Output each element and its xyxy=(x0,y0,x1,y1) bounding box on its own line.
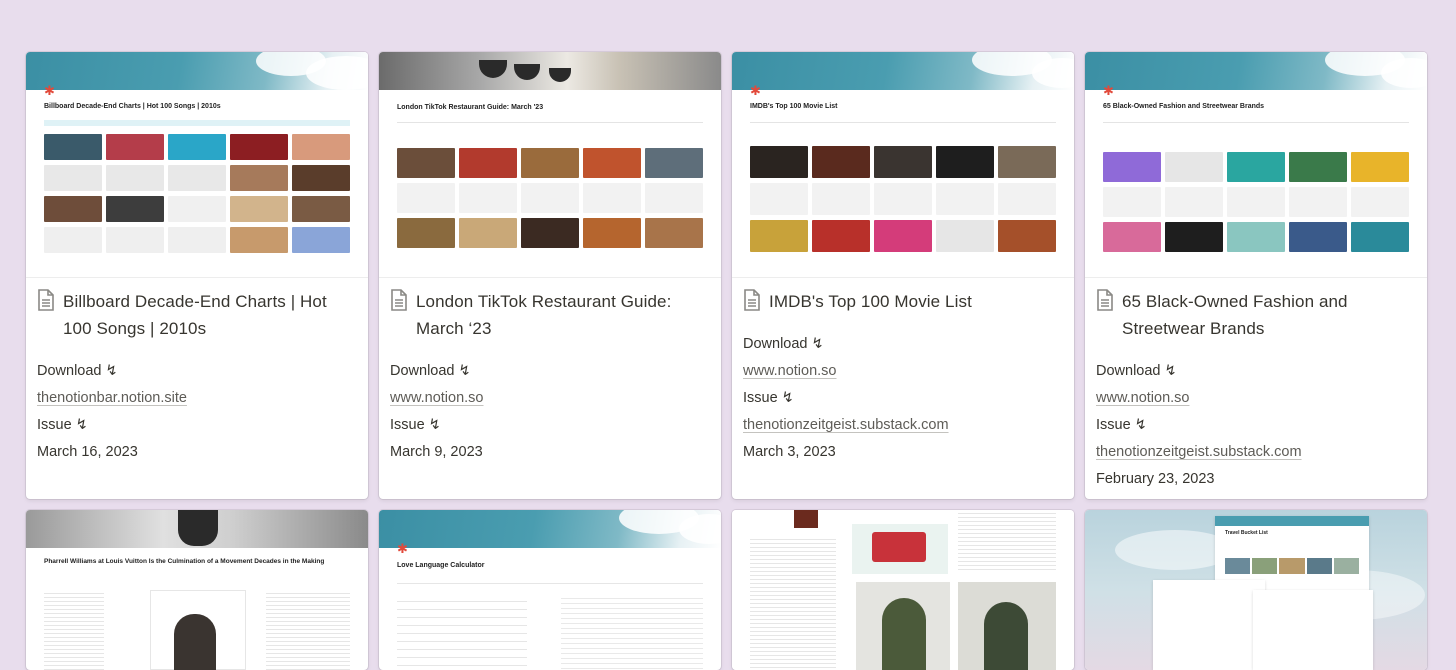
download-link[interactable]: www.notion.so xyxy=(743,358,1063,385)
issue-property[interactable]: Issue ↯ xyxy=(1096,412,1416,439)
page-icon xyxy=(37,289,55,311)
spark-icon: ✱ xyxy=(750,84,761,99)
card-cover-image xyxy=(732,510,1074,670)
issue-property[interactable]: Issue ↯ xyxy=(390,412,710,439)
cover-page-title: Pharrell Williams at Louis Vuitton Is th… xyxy=(44,558,325,565)
cover-page-title: London TikTok Restaurant Guide: March '2… xyxy=(397,104,544,111)
cover-page-title: Travel Bucket List xyxy=(1225,530,1268,536)
issue-property[interactable]: Issue ↯ xyxy=(743,385,1063,412)
cover-page-title: 65 Black-Owned Fashion and Streetwear Br… xyxy=(1103,103,1265,110)
gallery-card-imdb[interactable]: ✱ IMDB's Top 100 Movie List IMDB's Top 1… xyxy=(732,52,1074,499)
download-link[interactable]: www.notion.so xyxy=(390,385,710,412)
gallery-card-pharrell[interactable]: Pharrell Williams at Louis Vuitton Is th… xyxy=(26,510,368,670)
download-property[interactable]: Download ↯ xyxy=(390,358,710,385)
gallery-card-black-owned-fashion[interactable]: ✱ 65 Black-Owned Fashion and Streetwear … xyxy=(1085,52,1427,499)
date-property: February 23, 2023 xyxy=(1096,471,1215,487)
download-property[interactable]: Download ↯ xyxy=(743,331,1063,358)
download-property[interactable]: Download ↯ xyxy=(1096,358,1416,385)
card-cover-image: Travel Bucket List xyxy=(1085,510,1427,670)
card-cover-image: London TikTok Restaurant Guide: March '2… xyxy=(379,52,721,278)
card-cover-image: ✱ 65 Black-Owned Fashion and Streetwear … xyxy=(1085,52,1427,278)
cover-page-title: Love Language Calculator xyxy=(397,562,485,569)
download-property[interactable]: Download ↯ xyxy=(37,358,357,385)
spark-icon: ✱ xyxy=(1103,84,1114,99)
gallery-card-music-article[interactable] xyxy=(732,510,1074,670)
gallery-card-billboard[interactable]: ✱ Billboard Decade-End Charts | Hot 100 … xyxy=(26,52,368,499)
card-title[interactable]: London TikTok Restaurant Guide: March ‘2… xyxy=(416,288,710,342)
issue-property[interactable]: Issue ↯ xyxy=(37,412,357,439)
page-icon xyxy=(390,289,408,311)
date-property: March 3, 2023 xyxy=(743,444,836,460)
spark-icon: ✱ xyxy=(44,84,55,99)
card-cover-image: Pharrell Williams at Louis Vuitton Is th… xyxy=(26,510,368,670)
cover-page-title: IMDB's Top 100 Movie List xyxy=(750,103,838,110)
date-property: March 16, 2023 xyxy=(37,444,138,460)
card-title[interactable]: IMDB's Top 100 Movie List xyxy=(769,288,972,315)
gallery-view: ✱ Billboard Decade-End Charts | Hot 100 … xyxy=(26,52,1428,670)
card-title[interactable]: Billboard Decade-End Charts | Hot 100 So… xyxy=(63,288,357,342)
gallery-card-london-tiktok[interactable]: London TikTok Restaurant Guide: March '2… xyxy=(379,52,721,499)
issue-link[interactable]: thenotionzeitgeist.substack.com xyxy=(743,412,1063,439)
spark-icon: ✱ xyxy=(397,542,408,557)
card-cover-image: ✱ Love Language Calculator xyxy=(379,510,721,670)
card-cover-image: ✱ Billboard Decade-End Charts | Hot 100 … xyxy=(26,52,368,278)
issue-link[interactable]: thenotionzeitgeist.substack.com xyxy=(1096,439,1416,466)
page-icon xyxy=(1096,289,1114,311)
gallery-card-love-language[interactable]: ✱ Love Language Calculator xyxy=(379,510,721,670)
card-cover-image: ✱ IMDB's Top 100 Movie List xyxy=(732,52,1074,278)
card-title[interactable]: 65 Black-Owned Fashion and Streetwear Br… xyxy=(1122,288,1416,342)
download-link[interactable]: www.notion.so xyxy=(1096,385,1416,412)
gallery-card-travel-bucket-list[interactable]: Travel Bucket List xyxy=(1085,510,1427,670)
download-link[interactable]: thenotionbar.notion.site xyxy=(37,385,357,412)
cover-page-title: Billboard Decade-End Charts | Hot 100 So… xyxy=(44,103,221,110)
date-property: March 9, 2023 xyxy=(390,444,483,460)
page-icon xyxy=(743,289,761,311)
